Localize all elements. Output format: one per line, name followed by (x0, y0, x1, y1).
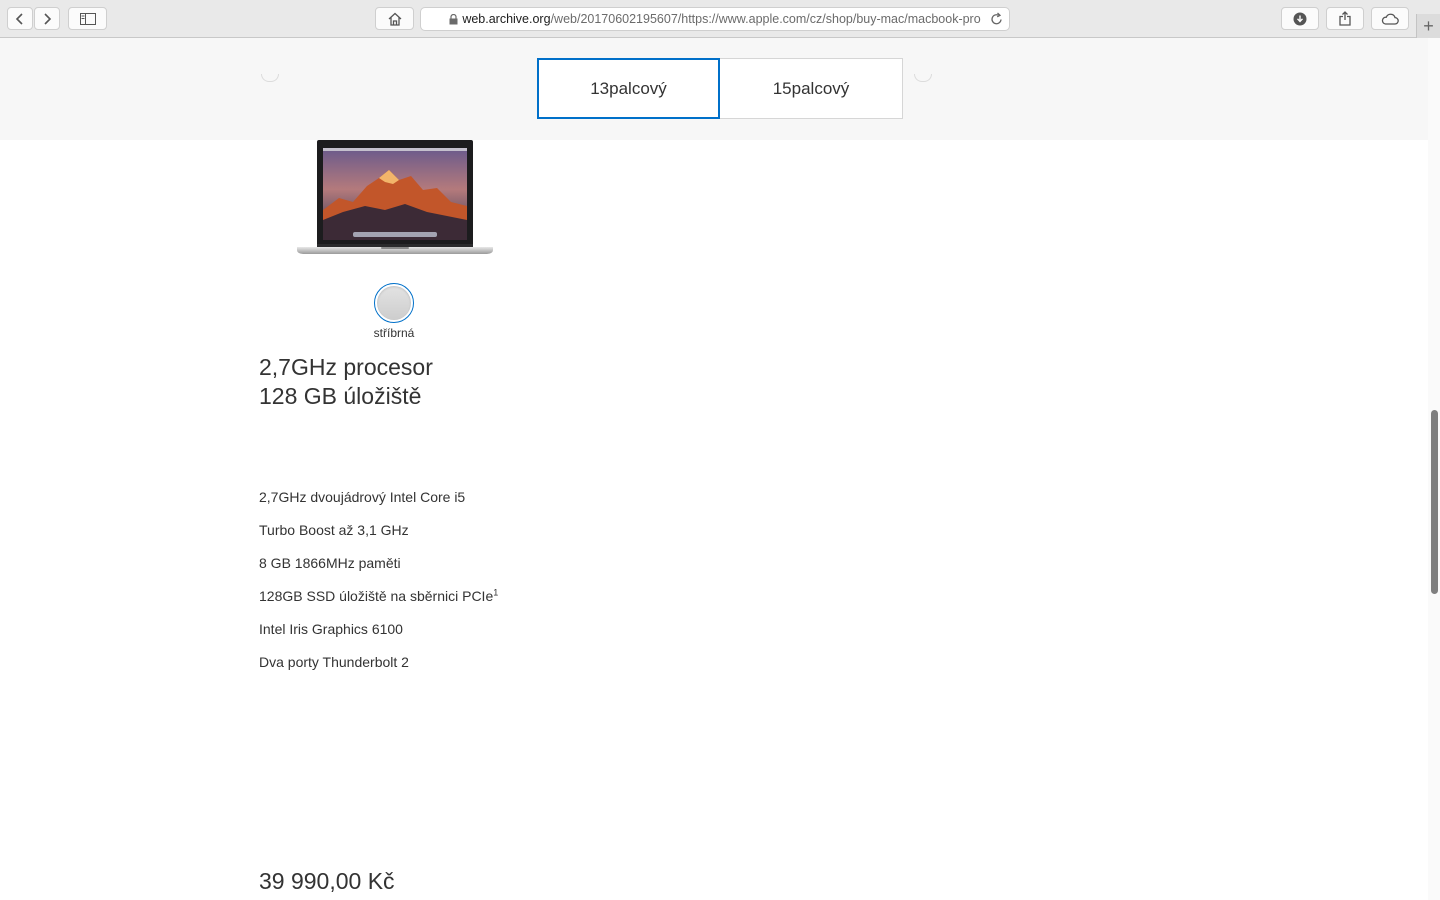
spec-text: Dva porty Thunderbolt 2 (259, 654, 409, 670)
spec-text: 8 GB 1866MHz paměti (259, 555, 401, 571)
swatch-fill (377, 286, 411, 320)
cloud-icon (1381, 13, 1399, 25)
size-selector-band: 13palcový 15palcový (0, 38, 1428, 140)
chevron-right-icon (44, 12, 52, 25)
faded-icon (914, 74, 932, 82)
spec-text: Intel Iris Graphics 6100 (259, 621, 403, 637)
spec-item: 2,7GHz dvoujádrový Intel Core i5 (259, 489, 498, 522)
downloads-button[interactable] (1281, 7, 1319, 30)
headline-storage: 128 GB úložiště (259, 383, 422, 409)
spec-item: Dva porty Thunderbolt 2 (259, 654, 498, 687)
faded-icon (261, 74, 279, 82)
product-image (295, 140, 495, 256)
color-label: stříbrná (373, 326, 415, 340)
footnote-link[interactable]: 1 (493, 587, 498, 597)
product-price: 39 990,00 Kč (259, 868, 395, 894)
new-tab-button[interactable]: + (1416, 14, 1440, 38)
scrollbar-thumb[interactable] (1431, 410, 1438, 594)
url-path: /web/20170602195607/https://www.apple.co… (550, 12, 981, 26)
back-button[interactable] (7, 7, 33, 30)
plus-icon: + (1423, 15, 1434, 36)
spec-text: Turbo Boost až 3,1 GHz (259, 522, 409, 538)
spec-item: 128GB SSD úložiště na sběrnici PCIe1 (259, 588, 498, 621)
share-button[interactable] (1326, 7, 1364, 30)
spec-list: 2,7GHz dvoujádrový Intel Core i5 Turbo B… (259, 489, 498, 687)
size-tab-13[interactable]: 13palcový (537, 58, 720, 119)
download-icon (1293, 12, 1307, 25)
reload-icon[interactable] (990, 12, 1003, 30)
sidebar-button[interactable] (68, 7, 107, 30)
spec-text: 128GB SSD úložiště na sběrnici PCIe (259, 588, 494, 604)
home-button[interactable] (375, 7, 414, 30)
url-host: web.archive.org (462, 12, 551, 26)
headline-processor: 2,7GHz procesor (259, 354, 433, 380)
size-tab-15[interactable]: 15palcový (720, 58, 903, 119)
spec-item: Intel Iris Graphics 6100 (259, 621, 498, 654)
home-icon (388, 12, 401, 26)
icloud-tabs-button[interactable] (1371, 7, 1409, 30)
url-text: web.archive.org/web/20170602195607/https… (462, 12, 980, 26)
color-swatch-silver[interactable] (374, 283, 414, 323)
size-tabs: 13palcový 15palcový (537, 58, 903, 119)
chevron-left-icon (15, 12, 23, 25)
lock-icon (449, 13, 458, 25)
product-headline: 2,7GHz procesor 128 GB úložiště (259, 353, 433, 411)
sidebar-icon (79, 12, 96, 25)
spec-item: 8 GB 1866MHz paměti (259, 555, 498, 588)
spec-text: 2,7GHz dvoujádrový Intel Core i5 (259, 489, 466, 505)
browser-toolbar: web.archive.org/web/20170602195607/https… (0, 0, 1440, 38)
address-bar[interactable]: web.archive.org/web/20170602195607/https… (420, 7, 1010, 31)
forward-button[interactable] (34, 7, 60, 30)
spec-item: Turbo Boost až 3,1 GHz (259, 522, 498, 555)
share-icon (1339, 11, 1351, 26)
